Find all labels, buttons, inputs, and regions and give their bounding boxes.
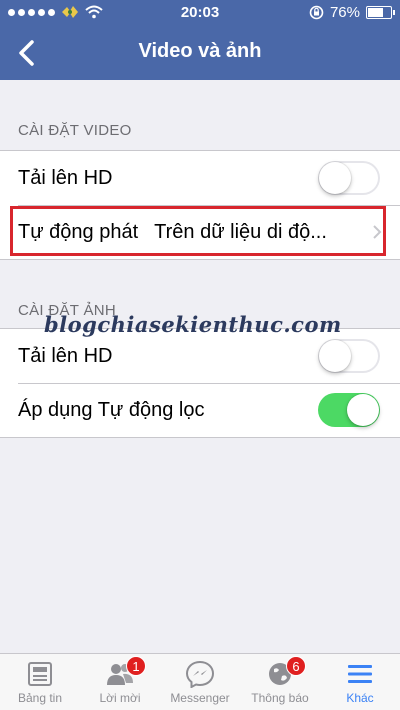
tab-label: Bảng tin (17, 691, 63, 705)
friend-requests-badge: 1 (126, 656, 146, 676)
video-upload-hd-label: Tải lên HD (18, 166, 113, 189)
rotation-lock-icon (309, 5, 324, 20)
tab-more[interactable]: Khác (320, 654, 400, 710)
top-bar: 20:03 76% Video và ảnh (0, 0, 400, 80)
navigation-bar: Video và ảnh (0, 26, 400, 80)
status-bar: 20:03 76% (0, 0, 400, 26)
battery-icon (366, 6, 395, 19)
watermark-text: blogchiasekienthuc.com (44, 312, 342, 337)
video-settings-group: Tải lên HD Tự động phát Trên dữ liệu di … (0, 150, 400, 260)
autoplay-value: Trên dữ liệu di độ... (154, 220, 327, 243)
auto-filter-toggle[interactable] (318, 393, 380, 427)
photo-upload-hd-row: Tải lên HD (0, 329, 400, 383)
toggle-knob (347, 394, 379, 426)
messenger-icon (185, 660, 215, 688)
news-feed-icon (28, 662, 52, 686)
tab-news-feed[interactable]: Bảng tin (0, 654, 80, 710)
video-upload-hd-row: Tải lên HD (0, 151, 400, 205)
auto-filter-label: Áp dụng Tự động lọc (18, 398, 205, 421)
chevron-right-icon (373, 225, 382, 239)
autoplay-row[interactable]: Tự động phát Trên dữ liệu di độ... (0, 205, 400, 259)
photo-upload-hd-label: Tải lên HD (18, 344, 113, 367)
battery-fill (368, 8, 383, 17)
autoplay-label: Tự động phát (18, 220, 139, 243)
auto-filter-row: Áp dụng Tự động lọc (0, 383, 400, 437)
video-section-header: CÀI ĐẶT VIDEO (18, 122, 132, 139)
toggle-knob (319, 340, 351, 372)
menu-icon (348, 665, 372, 683)
video-upload-hd-toggle[interactable] (318, 161, 380, 195)
tab-label: Khác (346, 691, 374, 705)
toggle-knob (319, 162, 351, 194)
status-right: 76% (309, 4, 395, 21)
notifications-badge: 6 (286, 656, 306, 676)
tab-notifications[interactable]: Thông báo 6 (240, 654, 320, 710)
battery-percent: 76% (329, 4, 360, 21)
tab-label: Lời mời (99, 691, 141, 705)
photo-upload-hd-toggle[interactable] (318, 339, 380, 373)
tab-label: Thông báo (251, 691, 309, 705)
tab-label: Messenger (170, 691, 230, 705)
tab-bar: Bảng tin Lời mời 1 Messenger Thông báo 6 (0, 653, 400, 710)
page-title: Video và ảnh (138, 40, 262, 62)
tab-messenger[interactable]: Messenger (160, 654, 240, 710)
tab-friend-requests[interactable]: Lời mời 1 (80, 654, 160, 710)
photo-settings-group: Tải lên HD Áp dụng Tự động lọc (0, 328, 400, 438)
